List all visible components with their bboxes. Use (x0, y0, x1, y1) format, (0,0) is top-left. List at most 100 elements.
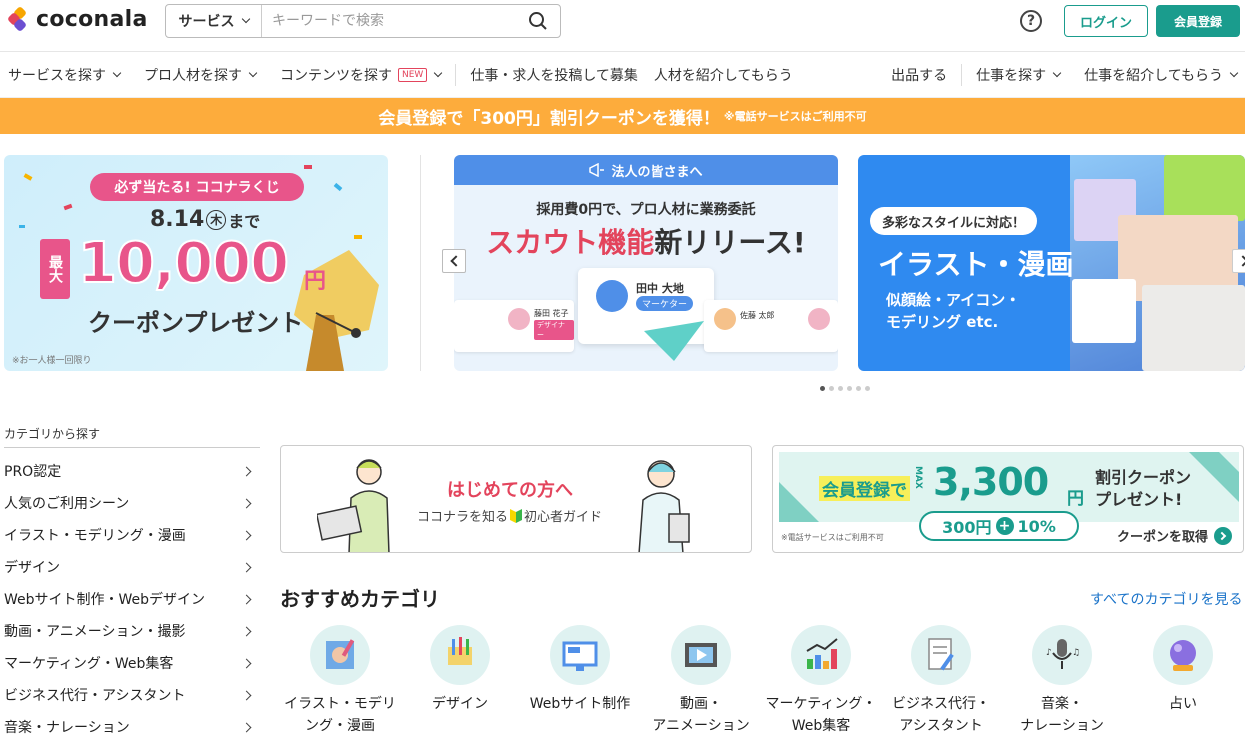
sidebar-item-marketing[interactable]: マーケティング・Web集客 (4, 647, 256, 679)
present-text: クーポンプレゼント (88, 309, 304, 337)
scout-sub: 採用費0円で、プロ人材に業務委託 (536, 202, 756, 218)
category-label: 占い (1123, 693, 1243, 715)
promo-bar[interactable]: 会員登録で「300円」割引クーポンを獲得！ ※電話サービスはご利用不可 (0, 98, 1245, 134)
nav-find-jobs[interactable]: 仕事を探す (968, 65, 1068, 85)
promo-note: ※電話サービスはご利用不可 (723, 110, 867, 123)
category-illustration[interactable]: イラスト・モデリ ング・漫画 (280, 625, 400, 737)
illustration-badge: 多彩なスタイルに対応！ (870, 207, 1038, 235)
carousel-dot[interactable] (838, 386, 843, 391)
sidebar-item-label: PRO認定 (4, 464, 62, 480)
avatar (508, 308, 530, 330)
sidebar-item-business[interactable]: ビジネス代行・アシスタント (4, 679, 256, 711)
nav-find-pros[interactable]: プロ人材を探す (136, 65, 264, 85)
search-button[interactable] (516, 5, 560, 37)
banner-illustration[interactable]: 多彩なスタイルに対応！ イラスト・漫画 似顔絵・アイコン・ モデリング etc. (858, 155, 1245, 371)
chevron-right-icon (1236, 255, 1245, 267)
category-label-line: アシスタント (899, 718, 983, 734)
sidebar-item-label: 音楽・ナレーション (4, 720, 130, 736)
lottery-badge: 必ず当たる! ココナラくじ (90, 173, 304, 201)
bar-chart-icon (791, 625, 851, 685)
coupon-pill-a: 300円 (942, 518, 992, 537)
chevron-right-icon (241, 722, 252, 732)
search-bar: サービス (165, 4, 561, 38)
max-label: 最大 (40, 239, 70, 299)
category-label-line: デザイン (432, 696, 488, 712)
lottery-note: ※お一人様一回限り (12, 356, 92, 366)
sidebar-item-label: 動画・アニメーション・撮影 (4, 624, 186, 640)
login-button[interactable]: ログイン (1064, 5, 1148, 37)
chevron-down-icon (1052, 68, 1062, 77)
category-label: 音楽・ ナレーション (1002, 693, 1122, 737)
carousel-dot[interactable] (829, 386, 834, 391)
recommended-title: おすすめカテゴリ (280, 587, 440, 611)
nav-label: 仕事を探す (976, 67, 1047, 84)
nav-label: 出品する (891, 67, 948, 84)
search-category-label: サービス (178, 14, 235, 30)
card-name: 佐藤 太郎 (740, 311, 775, 320)
sidebar-item-illustration[interactable]: イラスト・モデリング・漫画 (4, 519, 256, 551)
coupon-b1: 割引クーポン (1095, 468, 1192, 487)
carousel-dots (820, 386, 870, 391)
carousel-dot[interactable] (865, 386, 870, 391)
guide-title: はじめての方へ (447, 480, 573, 501)
nav-referral[interactable]: 人材を紹介してもらう (646, 65, 801, 85)
nav-job-referral[interactable]: 仕事を紹介してもらう (1076, 65, 1245, 85)
category-business[interactable]: ビジネス代行・ アシスタント (881, 625, 1001, 737)
category-label-line: Webサイト制作 (529, 696, 631, 712)
sidebar-item-web[interactable]: Webサイト制作・Webデザイン (4, 583, 256, 615)
nav-find-contents[interactable]: コンテンツを探す NEW (272, 65, 449, 85)
beginner-guide-banner[interactable]: はじめての方へ ココナラを知る 初心者ガイド (280, 445, 752, 553)
carousel-prev-button[interactable] (442, 249, 466, 273)
coupon-cta[interactable]: クーポンを取得 (1117, 526, 1233, 545)
sidebar-item-design[interactable]: デザイン (4, 551, 256, 583)
nav-sell[interactable]: 出品する (883, 65, 955, 85)
coupon-amount: 3,300 (933, 460, 1049, 504)
help-icon[interactable]: ? (1020, 10, 1042, 32)
search-category-select[interactable]: サービス (166, 5, 262, 37)
sidebar-item-music[interactable]: 音楽・ナレーション (4, 711, 256, 743)
signup-button[interactable]: 会員登録 (1156, 5, 1240, 37)
logo[interactable]: coconala (6, 6, 148, 32)
scout-header: 法人の皆さまへ (454, 155, 838, 185)
card-name: 藤田 花子 (534, 309, 569, 318)
carousel-dot[interactable] (856, 386, 861, 391)
banner-scout[interactable]: 法人の皆さまへ 採用費0円で、プロ人材に業務委託 スカウト機能新リリース! 藤田… (454, 155, 838, 371)
search-input[interactable] (262, 5, 516, 37)
nav-find-services[interactable]: サービスを探す (0, 65, 128, 85)
guide-sub: ココナラを知る 初心者ガイド (417, 506, 602, 525)
sidebar-item-pro[interactable]: PRO認定 (4, 455, 256, 487)
avatar (596, 280, 628, 312)
sidebar-item-video[interactable]: 動画・アニメーション・撮影 (4, 615, 256, 647)
chevron-left-icon (449, 255, 462, 267)
category-label-line: ビジネス代行・ (892, 696, 990, 712)
pencils-icon (430, 625, 490, 685)
banner-divider (420, 155, 421, 371)
palette-icon (310, 625, 370, 685)
carousel-next-button[interactable] (1232, 249, 1245, 273)
all-categories-link[interactable]: すべてのカテゴリを見る (1090, 589, 1242, 609)
arrow-right-icon (1214, 526, 1233, 545)
chevron-right-icon (241, 466, 252, 476)
nav-divider (961, 63, 963, 86)
category-design[interactable]: デザイン (400, 625, 520, 715)
nav-post-job[interactable]: 仕事・求人を投稿して募集 (462, 65, 646, 85)
scout-title-b: 新リリース! (654, 226, 806, 259)
carousel-dot[interactable] (820, 386, 825, 391)
coupon-banner[interactable]: 会員登録で MAX 3,300 円 割引クーポン プレゼント! 300円 + 1… (772, 445, 1244, 553)
category-music[interactable]: ♪ ♫ 音楽・ ナレーション (1002, 625, 1122, 737)
illustration-title: イラスト・漫画 (878, 248, 1074, 281)
chevron-right-icon (241, 498, 252, 508)
category-fortune[interactable]: 占い (1123, 625, 1243, 715)
category-video[interactable]: 動画・ アニメーション (641, 625, 761, 737)
banner-lottery[interactable]: 必ず当たる! ココナラくじ 8.14 木 まで 最大 10,000 円 クーポン… (4, 155, 388, 371)
chevron-down-icon (248, 68, 258, 77)
coupon-pill-plus: + (995, 517, 1014, 535)
coupon-cta-label: クーポンを取得 (1117, 530, 1209, 545)
sidebar-item-popular[interactable]: 人気のご利用シーン (4, 487, 256, 519)
category-web[interactable]: Webサイト制作 (520, 625, 640, 715)
category-marketing[interactable]: マーケティング・ Web集客 (761, 625, 881, 737)
main-nav: サービスを探す プロ人材を探す コンテンツを探す NEW 仕事・求人を投稿して募… (0, 52, 1245, 98)
sidebar-item-label: デザイン (4, 560, 60, 576)
carousel-dot[interactable] (847, 386, 852, 391)
category-label-line: ナレーション (1020, 718, 1104, 734)
